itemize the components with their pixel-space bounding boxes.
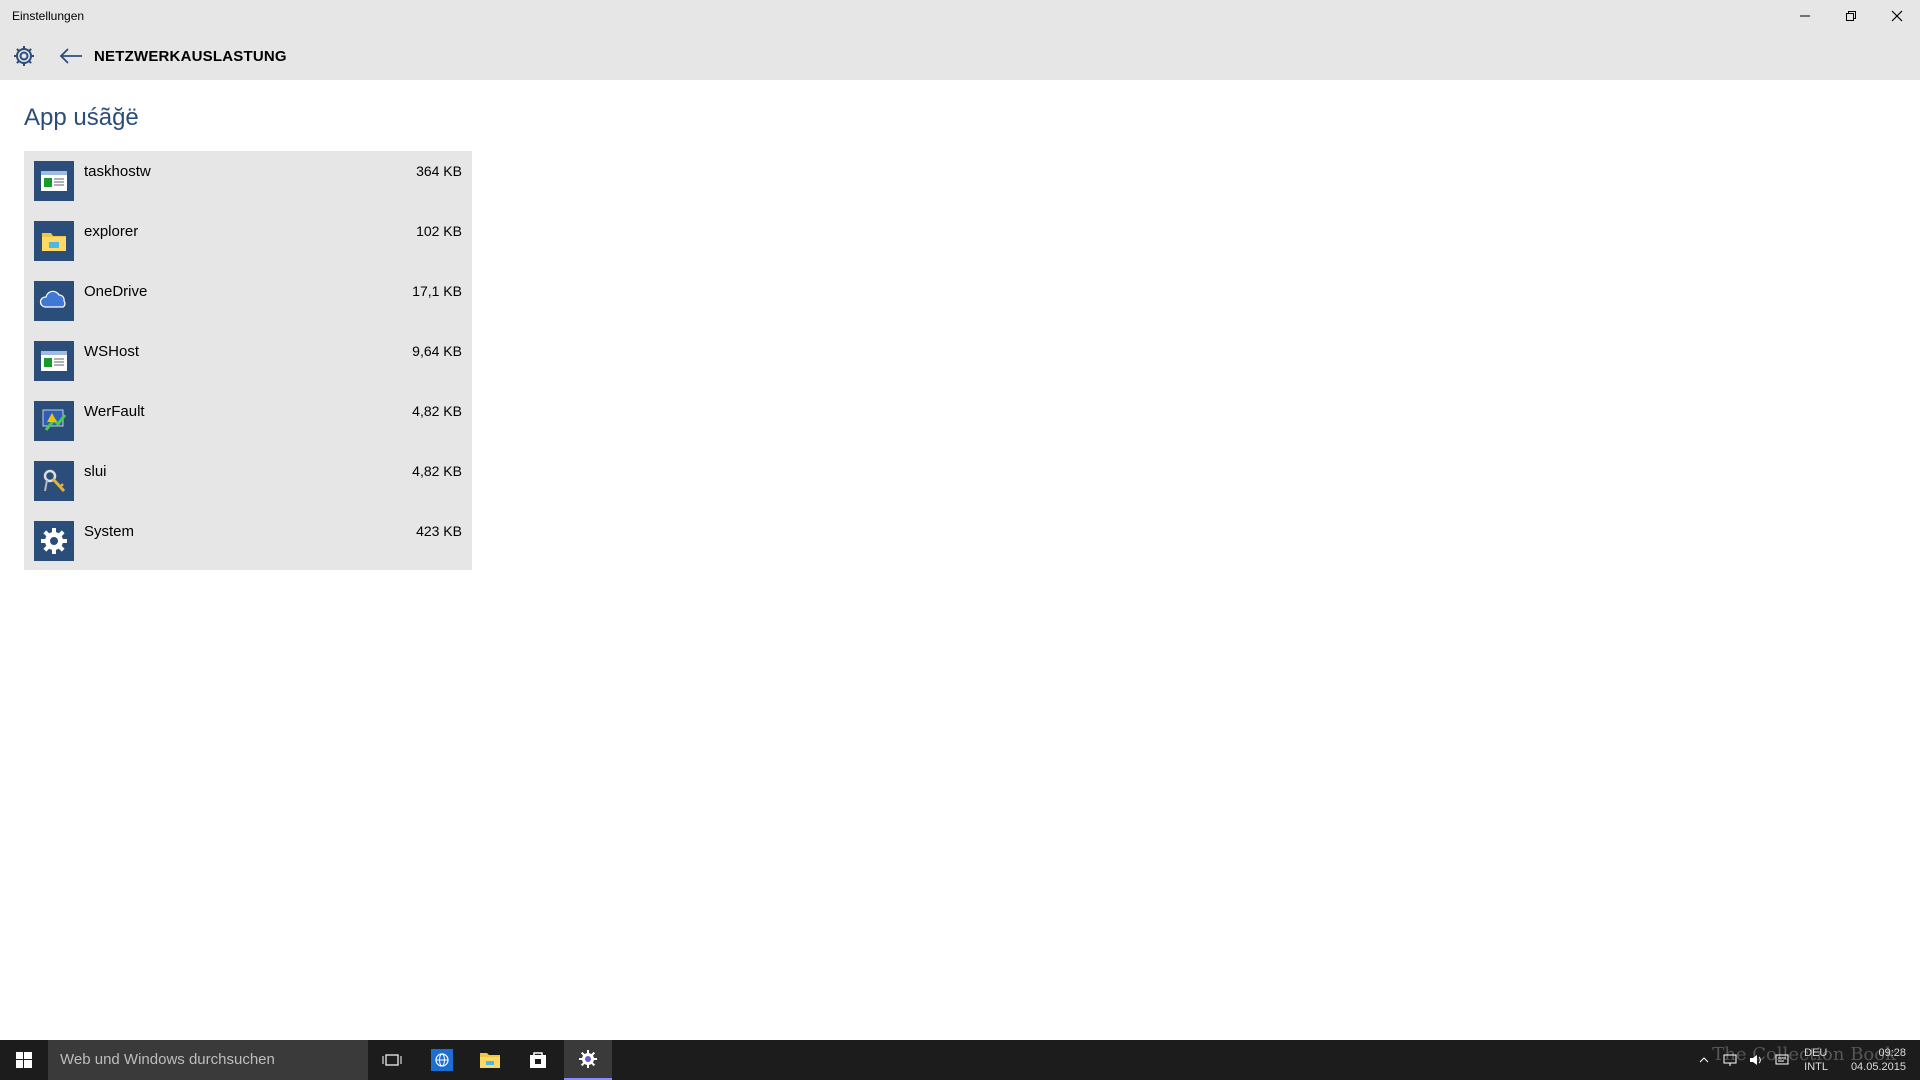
window-app-icon [34, 161, 74, 201]
app-name: WerFault [84, 403, 145, 420]
gear-icon[interactable] [12, 44, 36, 68]
section-title: App uśãğë [24, 104, 139, 131]
task-view-button[interactable] [368, 1040, 416, 1080]
taskbar-store-button[interactable] [514, 1040, 562, 1080]
list-item[interactable]: System 423 KB [24, 519, 472, 579]
app-data-size: 102 KB [416, 223, 462, 239]
clock-date: 04.05.2015 [1850, 1061, 1906, 1073]
input-language-indicator[interactable]: DEU INTL [1804, 1046, 1828, 1074]
taskbar-explorer-button[interactable] [466, 1040, 514, 1080]
chevron-up-icon[interactable] [1696, 1052, 1712, 1068]
settings-header: NETZWERKAUSLASTUNG [0, 32, 1920, 80]
lang-bottom: INTL [1804, 1061, 1828, 1073]
error-report-icon [34, 401, 74, 441]
restore-button[interactable] [1828, 0, 1874, 32]
cloud-icon [34, 281, 74, 321]
minimize-icon [1800, 15, 1810, 17]
app-data-size: 17,1 KB [412, 283, 462, 299]
window-controls [1782, 0, 1920, 32]
app-usage-list: taskhostw 364 KB explorer 102 KB OneDriv… [24, 151, 472, 570]
taskbar: Web und Windows durchsuchen The Collecti… [0, 1040, 1920, 1080]
globe-icon [431, 1049, 453, 1071]
clock[interactable]: 09:28 04.05.2015 [1851, 1046, 1906, 1074]
task-view-icon [382, 1054, 402, 1066]
app-name: slui [84, 463, 107, 480]
gear-icon [579, 1050, 597, 1068]
notification-icon[interactable] [1774, 1052, 1790, 1068]
windows-logo-icon [16, 1052, 32, 1068]
list-item[interactable]: taskhostw 364 KB [24, 159, 472, 219]
title-bar: Einstellungen [0, 0, 1920, 32]
taskbar-settings-button[interactable] [564, 1040, 612, 1080]
tray-icons [1696, 1052, 1790, 1068]
app-name: taskhostw [84, 163, 151, 180]
gear-icon [34, 521, 74, 561]
minimize-button[interactable] [1782, 0, 1828, 32]
app-data-size: 423 KB [416, 523, 462, 539]
app-data-size: 4,82 KB [412, 463, 462, 479]
start-button[interactable] [0, 1040, 48, 1080]
close-icon [1891, 10, 1903, 22]
app-data-size: 4,82 KB [412, 403, 462, 419]
search-box[interactable]: Web und Windows durchsuchen [48, 1040, 368, 1080]
list-item[interactable]: WSHost 9,64 KB [24, 339, 472, 399]
app-name: System [84, 523, 135, 540]
taskbar-browser-button[interactable] [418, 1040, 466, 1080]
app-name: explorer [84, 223, 139, 240]
volume-icon[interactable] [1748, 1052, 1764, 1068]
app-data-size: 9,64 KB [412, 343, 462, 359]
app-name: WSHost [84, 343, 140, 360]
system-tray: The Collection Book DEU INTL 09:28 04.05… [1500, 1040, 1920, 1080]
list-item[interactable]: slui 4,82 KB [24, 459, 472, 519]
page-title: NETZWERKAUSLASTUNG [94, 48, 287, 65]
list-item[interactable]: WerFault 4,82 KB [24, 399, 472, 459]
list-item[interactable]: explorer 102 KB [24, 219, 472, 279]
folder-icon [34, 221, 74, 261]
store-icon [530, 1052, 546, 1068]
window-title: Einstellungen [12, 9, 85, 23]
network-icon[interactable] [1722, 1052, 1738, 1068]
back-arrow-icon[interactable] [58, 44, 84, 68]
close-button[interactable] [1874, 0, 1920, 32]
app-data-size: 364 KB [416, 163, 462, 179]
folder-icon [480, 1053, 500, 1068]
restore-icon [1846, 11, 1856, 21]
clock-time: 09:28 [1878, 1047, 1906, 1059]
app-name: OneDrive [84, 283, 148, 300]
list-item[interactable]: OneDrive 17,1 KB [24, 279, 472, 339]
lang-top: DEU [1804, 1047, 1828, 1059]
key-icon [34, 461, 74, 501]
window-app-icon [34, 341, 74, 381]
